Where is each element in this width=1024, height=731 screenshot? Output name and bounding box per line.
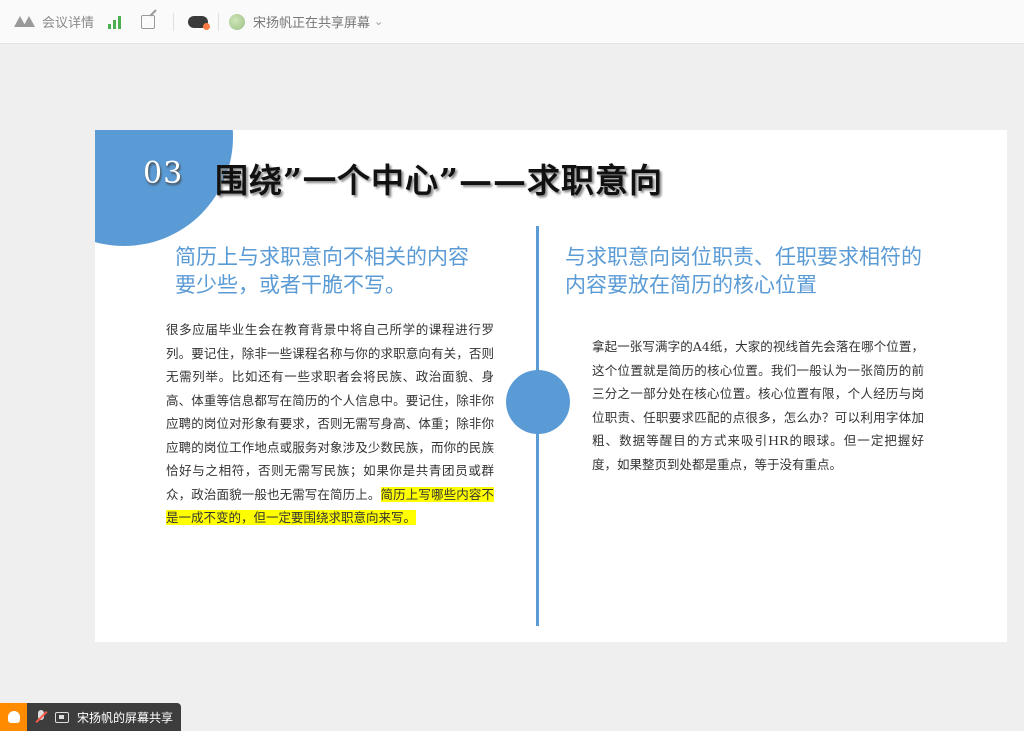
left-heading-line2: 要少些，或者干脆不写。 <box>175 273 406 297</box>
left-body-paragraph: 很多应届毕业生会在教育背景中将自己所学的课程进行罗列。要记住，除非一些课程名称与… <box>166 322 494 502</box>
section-number: 03 <box>143 156 184 191</box>
top-toolbar: 会议详情 宋扬帆正在共享屏幕 ⌄ <box>0 0 1024 44</box>
signal-strength-icon[interactable] <box>108 15 122 29</box>
sharer-label: 宋扬帆正在共享屏幕 <box>253 16 371 31</box>
sharer-avatar-icon <box>229 13 246 30</box>
mic-muted-icon <box>35 710 47 724</box>
left-heading: 简历上与求职意向不相关的内容 要少些，或者干脆不写。 <box>175 243 515 299</box>
screen-share-status-bar: 宋扬帆的屏幕共享 <box>0 703 182 731</box>
right-heading-line2: 内容要放在简历的核心位置 <box>565 273 817 297</box>
screen-sharer-dropdown[interactable]: 宋扬帆正在共享屏幕 ⌄ <box>229 12 383 31</box>
screen-share-icon <box>55 711 69 723</box>
meeting-logo-icon <box>14 15 36 28</box>
meeting-details-button[interactable]: 会议详情 <box>14 12 94 31</box>
screen-share-indicator[interactable]: 宋扬帆的屏幕共享 <box>27 703 182 731</box>
cloud-record-icon[interactable] <box>188 15 211 30</box>
center-dot-decoration <box>506 370 570 434</box>
toolbar-divider <box>218 12 220 31</box>
right-heading-line1: 与求职意向岗位职责、任职要求相符的 <box>565 245 922 269</box>
toolbar-divider <box>173 12 175 31</box>
right-body-text: 拿起一张写满字的A4纸，大家的视线首先会落在哪个位置，这个位置就是简历的核心位置… <box>592 339 924 472</box>
left-heading-line1: 简历上与求职意向不相关的内容 <box>175 245 469 269</box>
external-link-icon[interactable] <box>141 14 156 29</box>
left-body-text: 很多应届毕业生会在教育背景中将自己所学的课程进行罗列。要记住，除非一些课程名称与… <box>166 318 494 530</box>
screen-share-label: 宋扬帆的屏幕共享 <box>77 710 174 725</box>
shared-slide: 03 围绕”一个中心”——求职意向 简历上与求职意向不相关的内容 要少些，或者干… <box>95 130 1007 642</box>
slide-title: 围绕”一个中心”——求职意向 <box>215 161 663 200</box>
chevron-down-icon: ⌄ <box>374 15 384 28</box>
participant-icon[interactable] <box>0 703 27 731</box>
meeting-details-label: 会议详情 <box>42 16 95 31</box>
right-heading: 与求职意向岗位职责、任职要求相符的 内容要放在简历的核心位置 <box>565 243 965 299</box>
